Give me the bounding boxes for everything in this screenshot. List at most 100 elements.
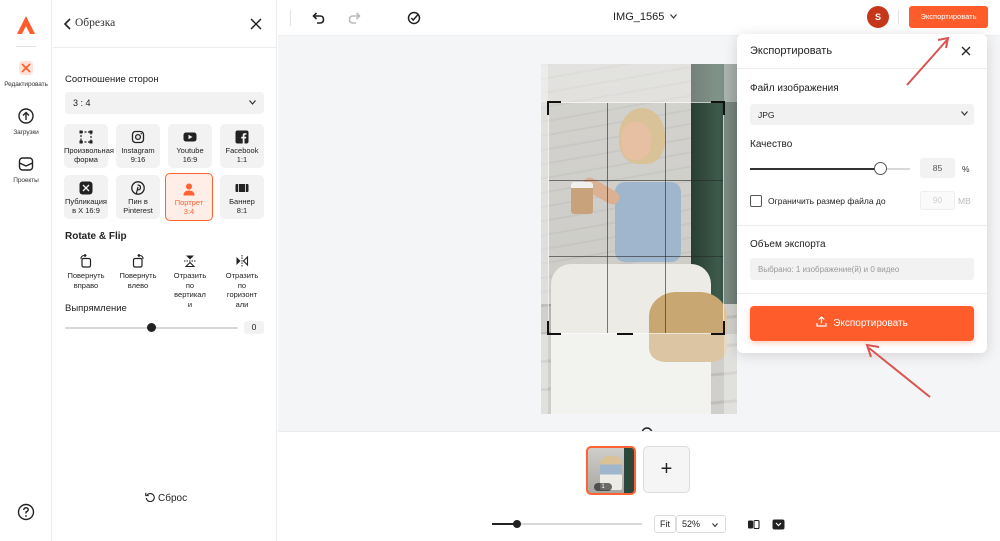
straighten-slider-knob[interactable]	[147, 323, 156, 332]
preset-sublabel: 8:1	[236, 206, 248, 215]
limit-size-input[interactable]: 90	[920, 191, 955, 210]
rotate-label-line: по	[185, 280, 195, 290]
rail-item-projects[interactable]: Проекты	[0, 154, 52, 184]
quality-slider-knob[interactable]	[874, 162, 887, 175]
straighten-value[interactable]: 0	[244, 321, 264, 334]
zoom-value: 52%	[682, 519, 701, 529]
filename-dropdown[interactable]: IMG_1565	[613, 11, 678, 23]
crop-corner-handle[interactable]	[711, 101, 725, 115]
chevron-left-icon[interactable]	[63, 17, 73, 31]
close-icon[interactable]	[249, 17, 263, 31]
rail-item-edit[interactable]: Редактировать	[0, 58, 52, 88]
aspect-ratio-value: 3 : 4	[73, 98, 91, 108]
image-thumbnail[interactable]: 1	[586, 446, 636, 495]
rotate-label-line: влево	[127, 280, 149, 290]
format-value: JPG	[758, 110, 775, 120]
rotate-label-line: горизонт	[226, 290, 258, 299]
crop-overlay	[541, 64, 737, 102]
crop-panel: Обрезка Соотношение сторон 3 : 4 Произво…	[53, 0, 277, 541]
flip-vertical-icon	[184, 255, 196, 268]
help-icon[interactable]	[17, 503, 35, 521]
chevron-down-icon	[670, 14, 678, 19]
collapse-filmstrip-icon[interactable]	[772, 518, 785, 531]
preset-banner[interactable]: Баннер 8:1	[220, 175, 264, 219]
rotate-right-button[interactable]: Повернуть вправо	[62, 254, 110, 290]
rotate-right-icon	[80, 254, 92, 268]
rail-item-label: Проекты	[13, 177, 39, 184]
quality-unit: %	[962, 164, 970, 174]
portrait-icon	[183, 183, 195, 196]
preset-portrait[interactable]: Портрет 3:4	[165, 173, 213, 221]
redo-icon[interactable]	[347, 10, 363, 26]
compare-split-icon[interactable]	[747, 518, 760, 531]
quality-input[interactable]: 85	[920, 158, 955, 178]
avatar[interactable]: S	[867, 6, 889, 28]
freeform-icon	[79, 130, 93, 144]
close-icon[interactable]	[961, 46, 971, 56]
undo-icon[interactable]	[310, 10, 326, 26]
preset-label: Произвольная	[64, 146, 114, 155]
preset-label: Instagram	[121, 146, 155, 155]
rotate-label-line: Повернуть	[119, 271, 157, 280]
export-volume-label: Объем экспорта	[750, 239, 826, 250]
flip-horizontal-button[interactable]: Отразить по горизонт али	[218, 254, 266, 309]
crop-corner-handle[interactable]	[711, 321, 725, 335]
rotate-label-line: по	[237, 280, 247, 290]
fit-button[interactable]: Fit	[654, 515, 676, 533]
add-image-button[interactable]: +	[643, 446, 690, 493]
crop-overlay	[541, 334, 737, 414]
instagram-icon	[131, 130, 145, 144]
thumbnail-index: 1	[594, 483, 612, 491]
crop-corner-handle[interactable]	[547, 321, 561, 335]
rotate-label-line: Повернуть	[67, 271, 105, 280]
app-logo-icon[interactable]	[15, 14, 37, 36]
flip-vertical-button[interactable]: Отразить по вертикал и	[166, 254, 214, 309]
file-type-label: Файл изображения	[750, 83, 839, 94]
preset-youtube[interactable]: Youtube 16:9	[168, 124, 212, 168]
export-summary: Выбрано: 1 изображение(й) и 0 видео	[750, 258, 974, 280]
divider	[737, 293, 987, 294]
rotate-label-line: вертикал	[174, 290, 206, 299]
rail-item-label: Редактировать	[4, 81, 48, 88]
compare-icon[interactable]	[406, 10, 422, 26]
crop-grid-line	[549, 256, 723, 258]
reset-button[interactable]: Сброс	[145, 492, 187, 504]
rotate-flip-label: Rotate & Flip	[65, 231, 127, 242]
preset-x-post[interactable]: Публикация в X 16:9	[64, 175, 108, 219]
crop-overlay	[541, 64, 548, 414]
format-select[interactable]: JPG	[750, 104, 974, 125]
export-panel: Экспортировать Файл изображения JPG Каче…	[737, 34, 987, 353]
export-panel-title: Экспортировать	[750, 45, 833, 57]
limit-size-checkbox[interactable]	[750, 195, 762, 207]
preset-freeform[interactable]: Произвольная форма	[64, 124, 114, 168]
preset-label: Баннер	[229, 197, 255, 206]
crop-frame[interactable]	[547, 101, 725, 335]
rotate-left-button[interactable]: Повернуть влево	[114, 254, 162, 290]
panel-title: Обрезка	[75, 17, 116, 29]
aspect-ratio-select[interactable]: 3 : 4	[65, 92, 264, 114]
preset-instagram[interactable]: Instagram 9:16	[116, 124, 160, 168]
preset-label: Портрет	[174, 198, 204, 207]
preset-label: Публикация	[65, 197, 107, 206]
crop-edge-handle[interactable]	[617, 321, 633, 335]
rotate-left-icon	[132, 254, 144, 268]
export-icon	[816, 316, 827, 327]
export-button[interactable]: Экспортировать	[909, 6, 988, 28]
preset-facebook[interactable]: Facebook 1:1	[220, 124, 264, 168]
straighten-label: Выпрямление	[65, 303, 127, 314]
reset-icon	[145, 492, 155, 502]
banner-icon	[235, 184, 249, 192]
preset-pinterest[interactable]: Пин в Pinterest	[116, 175, 160, 219]
facebook-icon	[235, 130, 249, 144]
zoom-select[interactable]: 52%	[676, 515, 726, 533]
rail-item-uploads[interactable]: Загрузки	[0, 106, 52, 136]
pinterest-icon	[131, 181, 145, 195]
flip-horizontal-icon	[236, 255, 249, 267]
zoom-slider-knob[interactable]	[513, 520, 521, 528]
edit-icon	[19, 61, 33, 75]
crop-corner-handle[interactable]	[547, 101, 561, 115]
export-confirm-button[interactable]: Экспортировать	[750, 306, 974, 341]
limit-size-unit: MB	[958, 196, 971, 206]
rail-separator	[16, 46, 36, 47]
rotate-label-line: вправо	[73, 280, 99, 290]
